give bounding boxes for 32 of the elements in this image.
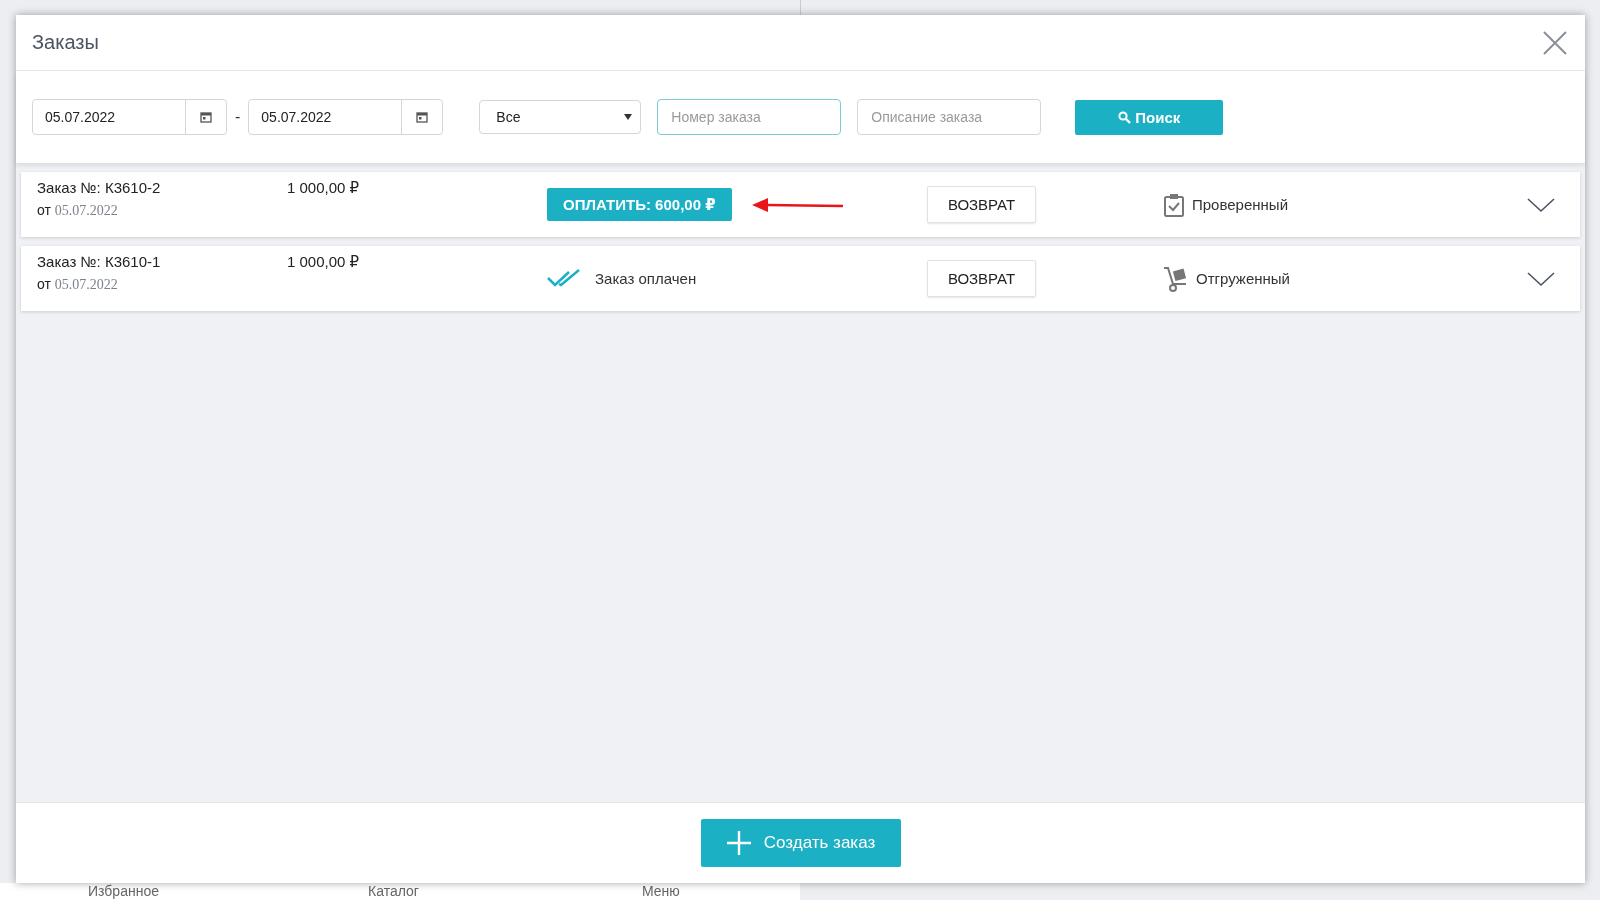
return-button[interactable]: ВОЗВРАТ: [927, 186, 1036, 223]
description-field[interactable]: Описание заказа: [857, 99, 1042, 135]
order-status: Проверенный: [1192, 196, 1289, 213]
search-icon: [1118, 110, 1132, 124]
clipboard-check-icon: [1163, 192, 1185, 217]
nav-tab[interactable]: Меню: [642, 883, 680, 900]
order-amount: 1 000,00 ₽: [287, 252, 361, 271]
status-select[interactable]: Все: [479, 100, 642, 134]
date-to-field[interactable]: 05.07.2022: [248, 99, 444, 135]
date-from-field[interactable]: 05.07.2022: [32, 99, 227, 135]
order-status: Отгруженный: [1196, 270, 1290, 287]
dialog-title: Заказы: [32, 31, 99, 54]
order-number: Заказ №: К3610-1: [37, 253, 162, 270]
close-button[interactable]: [1541, 28, 1569, 57]
order-amount: 1 000,00 ₽: [287, 178, 361, 197]
order-date: от 05.07.2022: [37, 202, 119, 219]
nav-tab[interactable]: Каталог: [368, 883, 419, 900]
return-button[interactable]: ВОЗВРАТ: [927, 260, 1036, 297]
date-separator: -: [235, 108, 241, 126]
calendar-icon: [416, 111, 429, 123]
chevron-down-icon[interactable]: [1526, 269, 1556, 288]
plus-icon: [725, 830, 752, 856]
payment-status: Заказ оплачен: [595, 270, 697, 287]
calendar-icon: [200, 111, 212, 123]
nav-tab[interactable]: Избранное: [88, 883, 159, 900]
chevron-down-icon[interactable]: [1526, 195, 1556, 214]
double-check-icon: [547, 268, 581, 289]
order-date: от 05.07.2022: [37, 276, 119, 293]
dropdown-caret-icon: [624, 114, 633, 120]
order-number-field[interactable]: Номер заказа: [657, 99, 842, 135]
order-number: Заказ №: К3610-2: [37, 179, 162, 196]
hand-truck-icon: [1163, 265, 1189, 292]
